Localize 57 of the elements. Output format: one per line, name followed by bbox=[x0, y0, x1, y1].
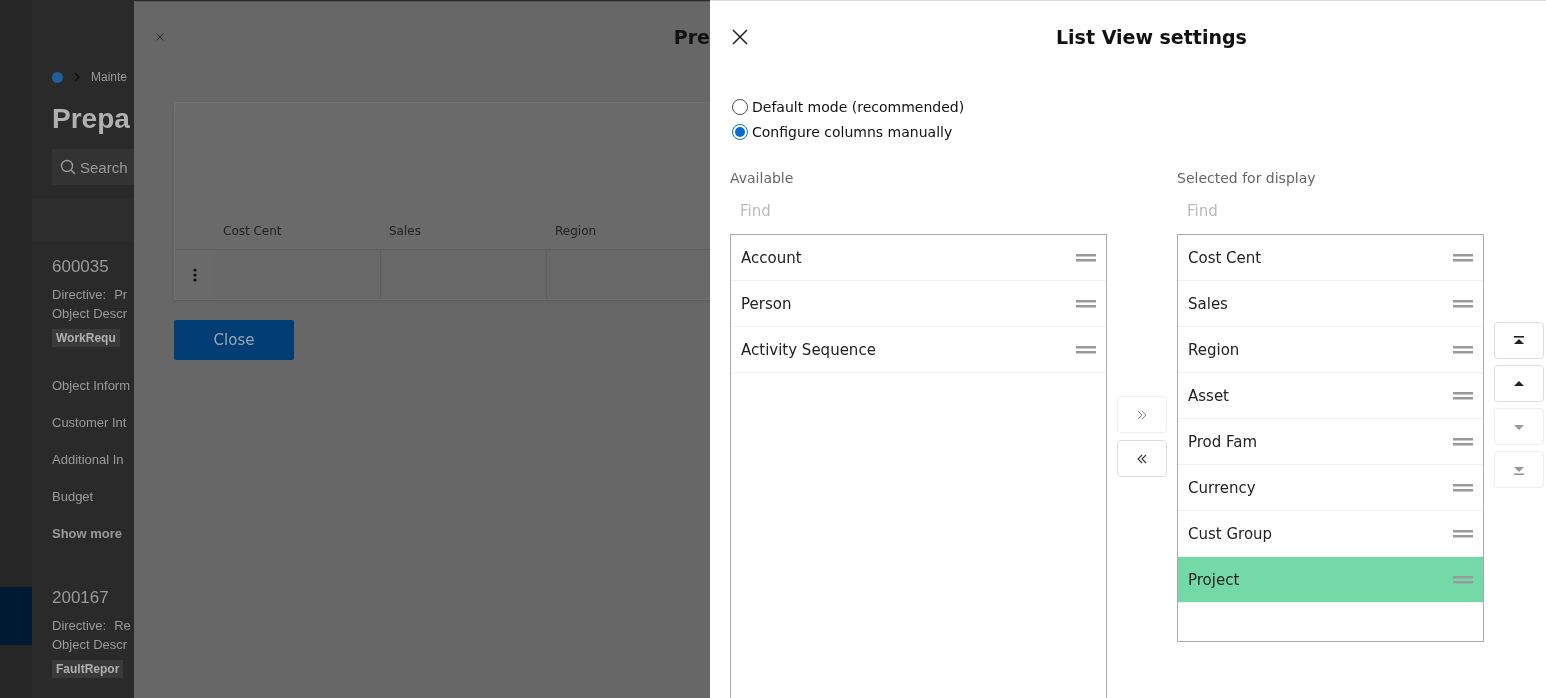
field-value: Pr bbox=[114, 287, 128, 302]
panel-title: List View settings bbox=[1056, 26, 1247, 48]
radio-label: Default mode (recommended) bbox=[752, 99, 965, 115]
list-item[interactable]: Account bbox=[731, 235, 1106, 281]
list-item[interactable]: Region bbox=[1178, 327, 1483, 373]
close-icon[interactable] bbox=[732, 29, 748, 45]
list-item[interactable]: Asset bbox=[1178, 373, 1483, 419]
chevron-icon bbox=[73, 72, 81, 82]
drag-handle-icon bbox=[1453, 575, 1473, 584]
drag-handle-icon bbox=[1453, 483, 1473, 492]
page-title: Prepa bbox=[51, 102, 131, 136]
radio-label: Configure columns manually bbox=[752, 124, 953, 140]
field-label: Directive: bbox=[52, 287, 107, 302]
close-button[interactable]: Close bbox=[174, 320, 294, 360]
tag: FaultRepor bbox=[52, 660, 124, 678]
list-item[interactable]: Person bbox=[731, 281, 1106, 327]
home-icon[interactable] bbox=[52, 71, 63, 83]
column-header: Cost Cent bbox=[222, 223, 283, 240]
drag-handle-icon bbox=[1453, 345, 1473, 354]
field-label: Object Descr bbox=[52, 305, 129, 323]
icon-button[interactable] bbox=[1494, 322, 1544, 359]
list-item[interactable]: Cost Cent bbox=[1178, 235, 1483, 281]
list-item[interactable]: Sales bbox=[1178, 281, 1483, 327]
record-number: 200167 bbox=[52, 588, 110, 608]
list-item[interactable]: Prod Fam bbox=[1178, 419, 1483, 465]
section-link[interactable]: Object Inform bbox=[52, 367, 134, 404]
drag-handle-icon bbox=[1453, 253, 1473, 262]
field-label: Directive: bbox=[52, 618, 107, 633]
nav-item[interactable] bbox=[0, 587, 32, 645]
section-link[interactable]: Budget bbox=[52, 478, 134, 515]
drag-handle-icon bbox=[1076, 345, 1096, 354]
drag-handle-icon bbox=[1453, 437, 1473, 446]
section-link[interactable]: Additional In bbox=[52, 441, 134, 478]
drag-handle-icon bbox=[1453, 299, 1473, 308]
drag-handle-icon bbox=[1076, 299, 1096, 308]
show-more-link[interactable]: Show more bbox=[52, 515, 134, 552]
list-label: Selected for display bbox=[1177, 170, 1317, 188]
field-value: Re bbox=[114, 618, 131, 633]
icon-button[interactable] bbox=[1117, 440, 1167, 477]
search-icon bbox=[60, 159, 76, 175]
search-field[interactable]: Search bbox=[52, 149, 134, 185]
drag-handle-icon bbox=[1076, 253, 1096, 262]
dialog-title: Pre bbox=[673, 26, 710, 48]
record-number: 600035 bbox=[52, 257, 110, 277]
column-header: Sales bbox=[388, 223, 422, 240]
field-label: Object Descr bbox=[52, 636, 129, 654]
list-item[interactable]: Activity Sequence bbox=[731, 327, 1106, 373]
column-header: Region bbox=[554, 223, 598, 240]
list-item[interactable]: Currency bbox=[1178, 465, 1483, 511]
list-label: Available bbox=[730, 170, 795, 188]
list-item[interactable]: Project bbox=[1178, 557, 1483, 603]
kebab-menu-icon bbox=[193, 267, 197, 282]
drag-handle-icon bbox=[1453, 529, 1473, 538]
section-link[interactable]: Customer Int bbox=[52, 404, 134, 441]
breadcrumb-link[interactable]: Mainte bbox=[91, 70, 128, 84]
drag-handle-icon bbox=[1453, 391, 1473, 400]
tag: WorkRequ bbox=[52, 329, 120, 347]
